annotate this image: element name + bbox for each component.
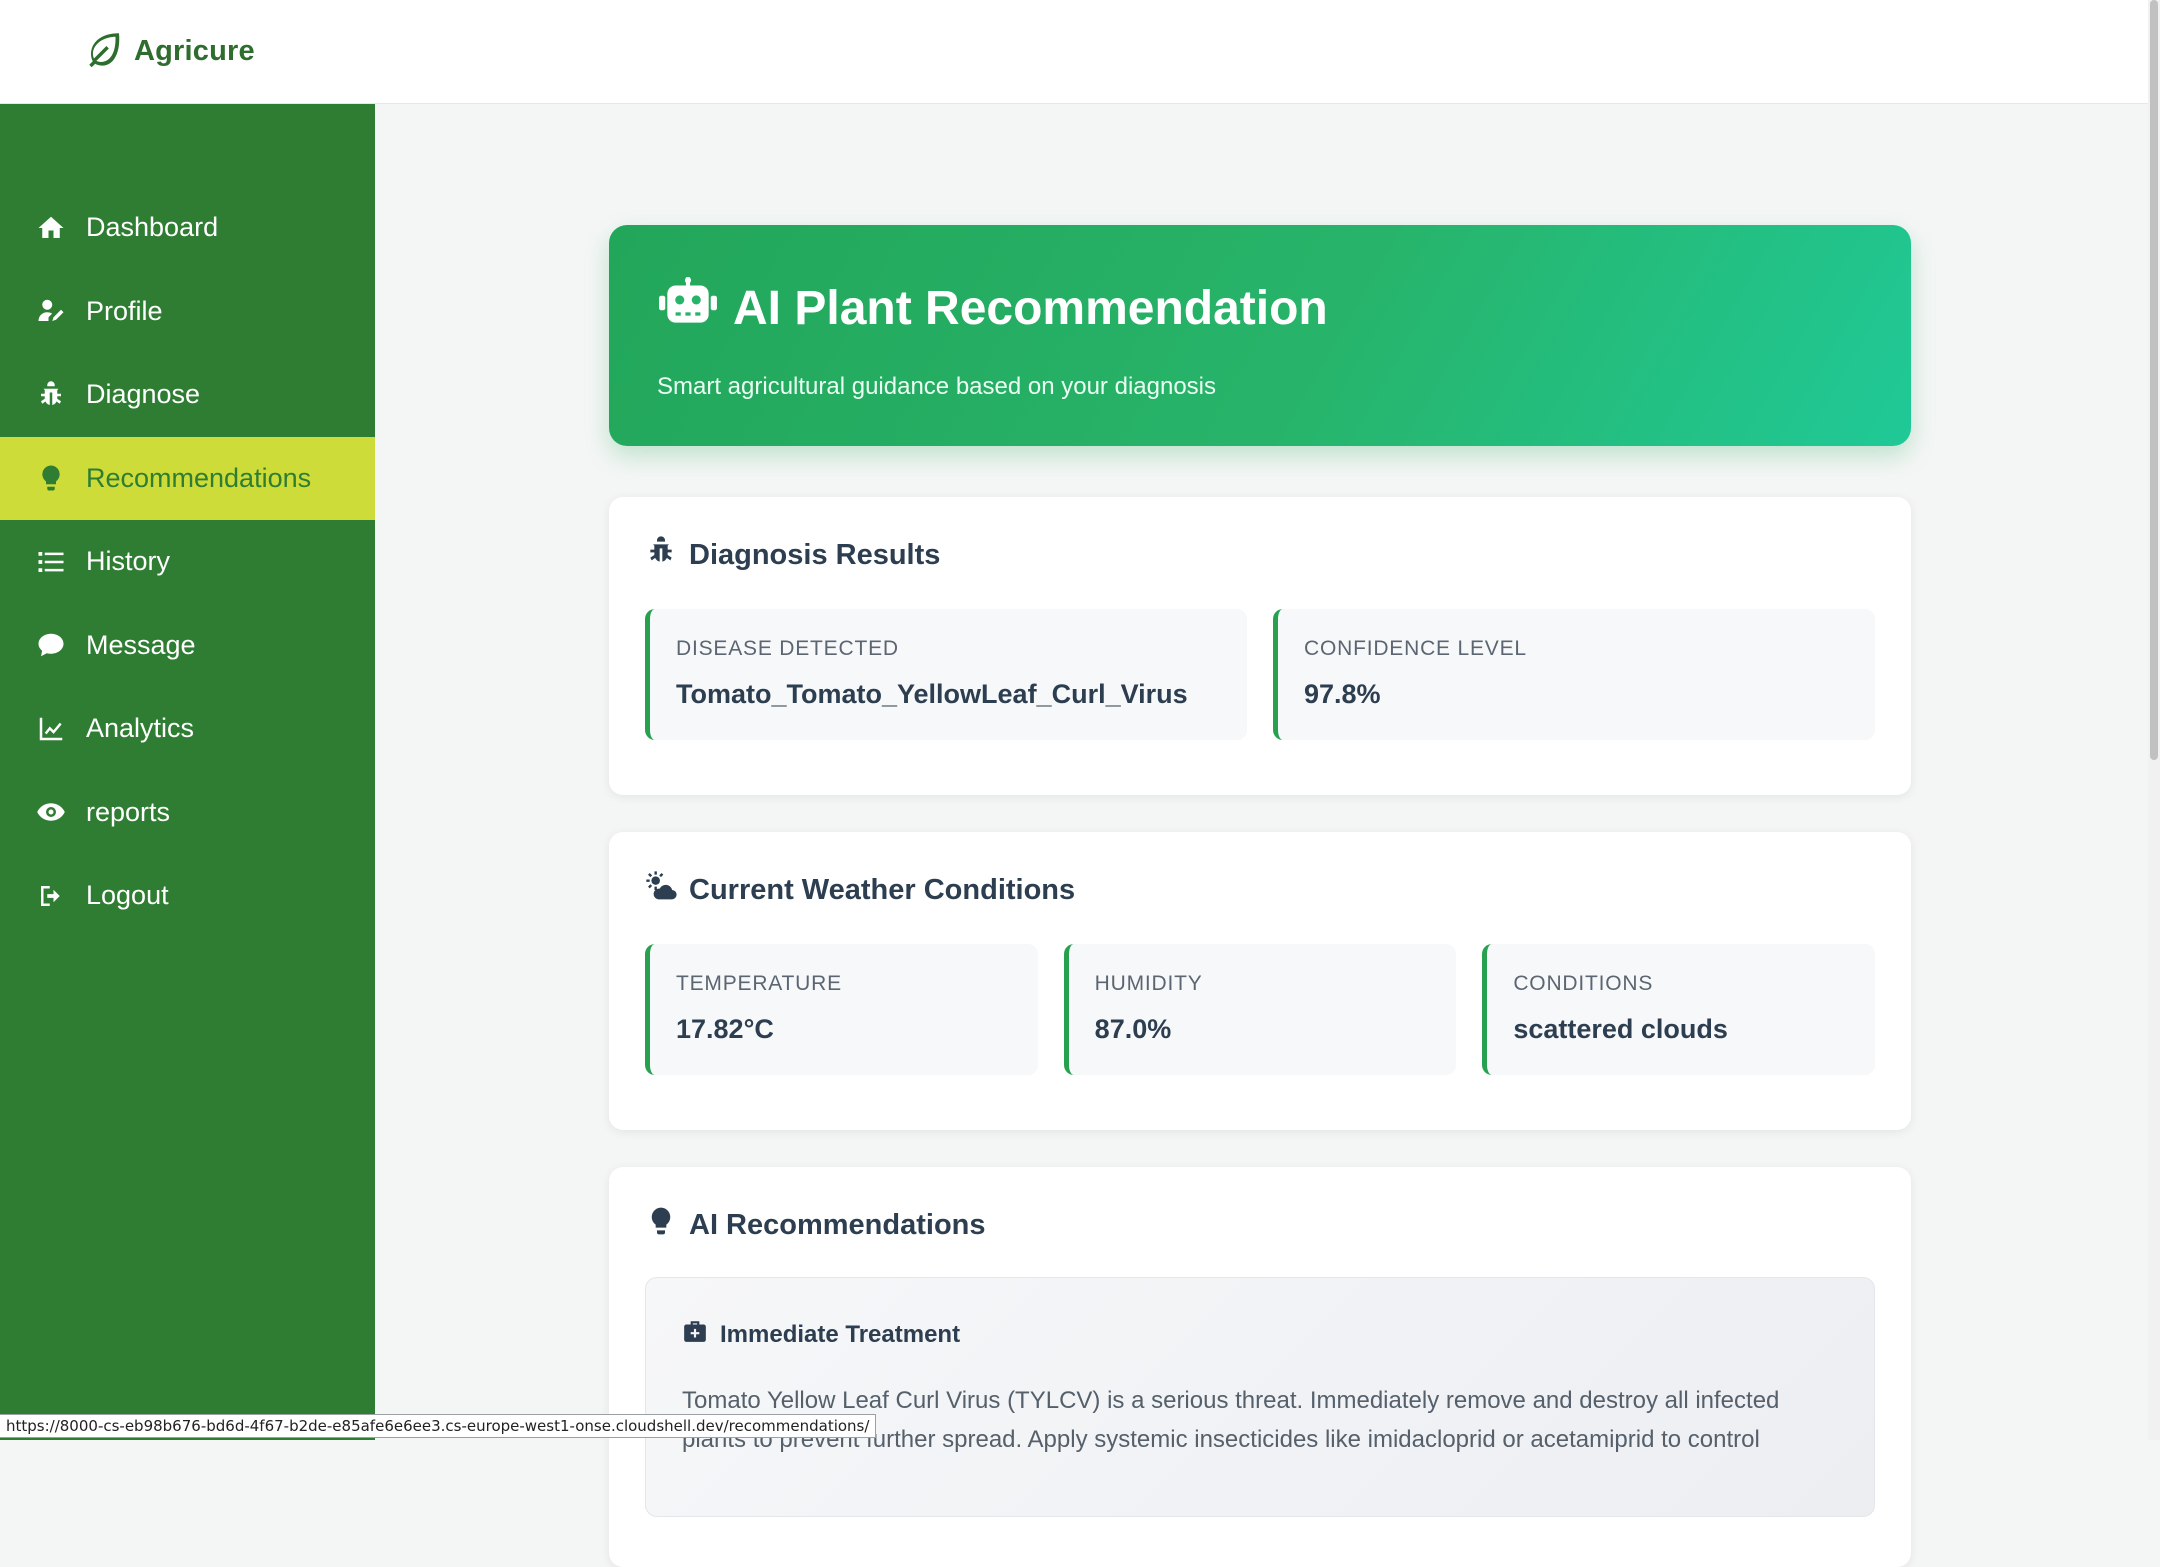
scroll-thumb[interactable] <box>2150 0 2158 760</box>
card-heading: Diagnosis Results <box>645 535 1875 575</box>
humidity-stat: HUMIDITY 87.0% <box>1063 944 1457 1075</box>
leaf-icon <box>84 28 126 75</box>
diagnosis-stats: DISEASE DETECTED Tomato_Tomato_YellowLea… <box>645 609 1875 740</box>
sidebar: Dashboard Profile Diagnose Recommendatio… <box>0 104 375 1440</box>
stat-value: 17.82°C <box>676 1014 774 1044</box>
disease-stat: DISEASE DETECTED Tomato_Tomato_YellowLea… <box>645 609 1247 740</box>
stat-value: 97.8% <box>1304 679 1381 709</box>
stat-value: Tomato_Tomato_YellowLeaf_Curl_Virus <box>676 679 1188 709</box>
sidebar-item-reports[interactable]: reports <box>0 771 375 855</box>
home-icon <box>36 213 66 243</box>
treatment-title: Immediate Treatment <box>720 1320 961 1348</box>
cloud-sun-icon <box>645 870 677 910</box>
medkit-icon <box>682 1318 708 1351</box>
sidebar-item-message[interactable]: Message <box>0 604 375 688</box>
card-title: Current Weather Conditions <box>689 873 1076 906</box>
lightbulb-icon <box>645 1205 677 1245</box>
stat-label: TEMPERATURE <box>676 972 842 995</box>
diagnosis-card: Diagnosis Results DISEASE DETECTED Tomat… <box>609 497 1911 795</box>
sidebar-item-diagnose[interactable]: Diagnose <box>0 353 375 437</box>
bug-icon <box>36 380 66 410</box>
page-title: AI Plant Recommendation <box>733 281 1328 335</box>
app-name: Agricure <box>134 35 255 67</box>
temperature-stat: TEMPERATURE 17.82°C <box>645 944 1038 1075</box>
confidence-stat: CONFIDENCE LEVEL 97.8% <box>1273 609 1875 740</box>
main-content: AI Plant Recommendation Smart agricultur… <box>375 104 2148 1567</box>
stat-label: HUMIDITY <box>1094 972 1203 995</box>
sidebar-item-label: Recommendations <box>86 462 312 493</box>
card-heading: AI Recommendations <box>645 1205 1875 1245</box>
sidebar-item-label: History <box>86 546 171 577</box>
stat-value: scattered clouds <box>1513 1014 1728 1044</box>
treatment-box: Immediate Treatment Tomato Yellow Leaf C… <box>645 1277 1875 1517</box>
sidebar-item-label: Dashboard <box>86 212 219 243</box>
lightbulb-icon <box>36 463 66 493</box>
sidebar-item-label: Message <box>86 629 196 660</box>
stat-label: DISEASE DETECTED <box>676 637 899 660</box>
stat-label: CONDITIONS <box>1513 972 1654 995</box>
weather-card: Current Weather Conditions TEMPERATURE 1… <box>609 832 1911 1130</box>
sidebar-item-label: Analytics <box>86 713 195 744</box>
stat-label: CONFIDENCE LEVEL <box>1304 637 1527 660</box>
sidebar-item-label: reports <box>86 796 171 827</box>
weather-stats: TEMPERATURE 17.82°C HUMIDITY 87.0% CONDI… <box>645 944 1876 1075</box>
sidebar-item-recommendations[interactable]: Recommendations <box>0 436 375 520</box>
top-bar: Agricure <box>0 0 2148 104</box>
card-title: AI Recommendations <box>689 1208 986 1241</box>
sidebar-item-history[interactable]: History <box>0 520 375 604</box>
stat-value: 87.0% <box>1094 1014 1172 1044</box>
sidebar-item-profile[interactable]: Profile <box>0 270 375 354</box>
line-chart-icon <box>36 714 66 744</box>
page-subtitle: Smart agricultural guidance based on you… <box>657 373 1216 400</box>
logo[interactable]: Agricure <box>84 28 255 75</box>
robot-icon <box>657 277 719 339</box>
conditions-stat: CONDITIONS scattered clouds <box>1482 944 1876 1075</box>
recommendations-card: AI Recommendations Immediate Treatment T… <box>609 1167 1911 1567</box>
comment-icon <box>36 630 66 660</box>
sidebar-item-label: Profile <box>86 295 163 326</box>
sidebar-item-analytics[interactable]: Analytics <box>0 687 375 771</box>
page-scrollbar[interactable] <box>2148 0 2160 1440</box>
logout-icon <box>36 881 66 911</box>
treatment-heading: Immediate Treatment <box>682 1318 1838 1351</box>
sidebar-item-dashboard[interactable]: Dashboard <box>0 186 375 270</box>
list-icon <box>36 547 66 577</box>
bug-icon <box>645 535 677 575</box>
user-edit-icon <box>36 296 66 326</box>
card-heading: Current Weather Conditions <box>645 870 1875 910</box>
hero-heading: AI Plant Recommendation <box>657 277 1863 339</box>
sidebar-item-label: Diagnose <box>86 379 201 410</box>
hero-banner: AI Plant Recommendation Smart agricultur… <box>609 225 1911 446</box>
card-title: Diagnosis Results <box>689 538 941 571</box>
sidebar-item-logout[interactable]: Logout <box>0 854 375 938</box>
eye-icon <box>36 797 66 827</box>
sidebar-item-label: Logout <box>86 880 169 911</box>
link-status-url: https://8000-cs-eb98b676-bd6d-4f67-b2de-… <box>0 1414 877 1438</box>
